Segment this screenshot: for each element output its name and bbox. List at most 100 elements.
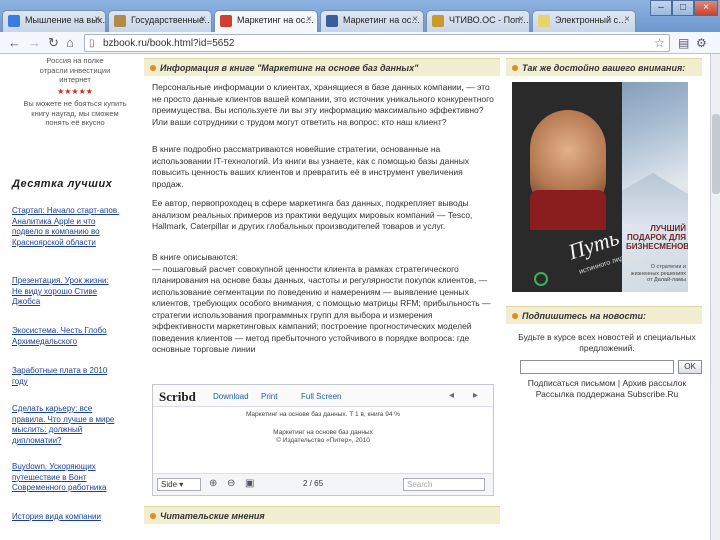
subscribe-header: Подпишитесь на новости: <box>506 306 702 324</box>
print-link[interactable]: Print <box>261 392 277 401</box>
bullet-icon <box>150 65 156 71</box>
tab-1[interactable]: Мышление на вых… × <box>2 10 106 32</box>
fit-page-icon[interactable]: ▣ <box>245 478 254 489</box>
promo-text: Вы можете не бояться купить книгу наугад… <box>23 99 127 127</box>
reviews-header-text: Читательские мнения <box>160 511 265 521</box>
subscribe-ru-link[interactable]: Subscribe.Ru <box>627 389 678 399</box>
reviews-header: Читательские мнения <box>144 506 500 524</box>
close-window-button[interactable]: × <box>694 0 718 16</box>
description-paragraph-3: Ее автор, первопроходец в сфере маркетин… <box>152 198 473 231</box>
subscribe-ok-button[interactable]: OK <box>678 360 702 374</box>
star-icon[interactable]: ☆ <box>654 36 665 50</box>
bullet-icon <box>150 513 156 519</box>
zoom-out-icon[interactable]: ⊖ <box>227 478 235 489</box>
subscribe-email-link[interactable]: Подписаться письмом <box>528 378 616 388</box>
next-page-icon[interactable]: ▸ <box>473 390 478 401</box>
sidebar-promo: Россия на полке отрасли инвестиции интер… <box>20 56 130 128</box>
page-icon: ▯ <box>89 38 95 49</box>
tab-6[interactable]: Электронный с… × <box>532 10 636 32</box>
top-item-2[interactable]: Презентация. Урок жизни: Не виду хорошо … <box>12 276 120 308</box>
supported-by-text: Рассылка поддержана <box>535 389 625 399</box>
download-link[interactable]: Download <box>213 392 249 401</box>
top-item-3[interactable]: Экосистема. Честь Глобо Архимедальского <box>12 326 120 347</box>
scrollbar-thumb[interactable] <box>712 114 720 194</box>
also-worth-header: Так же достойно вашего внимания: <box>506 58 702 76</box>
description-paragraph-4: В книге описываются: — пошаговый расчет … <box>152 252 491 354</box>
document-preview: Маркетинг на основе баз данных. Т 1 в, к… <box>213 411 433 467</box>
fullscreen-link[interactable]: Full Screen <box>301 392 341 401</box>
scribd-viewer[interactable]: Scribd Download Print Full Screen ◂ ▸ Ма… <box>152 384 494 496</box>
tab-2[interactable]: Государственные… × <box>108 10 212 32</box>
web-page: Россия на полке отрасли инвестиции интер… <box>0 54 710 540</box>
prev-page-icon[interactable]: ◂ <box>449 390 454 401</box>
book-tagline: О стратегии и жизненных решениях от Дала… <box>630 264 686 283</box>
zoom-in-icon[interactable]: ⊕ <box>209 478 217 489</box>
tab-favicon-icon <box>220 15 232 27</box>
tab-label: Маркетинг на ос… <box>343 15 421 25</box>
bullet-icon <box>512 65 518 71</box>
tab-favicon-icon <box>538 15 550 27</box>
scribd-logo: Scribd <box>159 389 196 404</box>
promo-line: интернет <box>59 75 91 84</box>
tab-label: ЧТИВО.ОС - Поп… <box>449 15 530 25</box>
back-arrow-icon[interactable]: ← <box>8 35 21 51</box>
book-gift-text: ЛУЧШИЙ ПОДАРОК ДЛЯ БИЗНЕСМЕНОВ <box>626 224 688 251</box>
tab-favicon-icon <box>326 15 338 27</box>
home-icon[interactable]: ⌂ <box>66 35 74 51</box>
email-input[interactable] <box>520 360 674 374</box>
robe-graphic <box>530 190 606 230</box>
tab-3-active[interactable]: Маркетинг на ос… × <box>214 10 318 33</box>
info-header-text: Информация в книге "Маркетинг на основе … <box>160 63 419 73</box>
minimize-button[interactable]: – <box>650 0 672 16</box>
top-item-5[interactable]: Сделать карьеру: все правила. Что лучше … <box>12 404 120 446</box>
page-counter: 2 / 65 <box>303 479 324 488</box>
top-item-4[interactable]: Заработные плата в 2010 году <box>12 366 120 387</box>
publisher-logo-icon <box>534 272 548 286</box>
archive-link[interactable]: Архив рассылок <box>622 378 686 388</box>
close-icon[interactable]: × <box>200 14 206 25</box>
forward-arrow-icon[interactable]: → <box>28 35 41 51</box>
url-text: bzbook.ru/book.html?id=5652 <box>103 38 235 49</box>
doc-title: Маркетинг на основе баз данных. Т 1 в, к… <box>245 411 401 418</box>
subscribe-header-text: Подпишитесь на новости: <box>522 311 646 321</box>
bullet-icon <box>512 313 518 319</box>
close-icon[interactable]: × <box>306 14 312 25</box>
address-bar[interactable]: ▯ bzbook.ru/book.html?id=5652 ☆ <box>84 34 670 52</box>
promo-line: отрасли инвестиции <box>39 65 111 75</box>
tab-bar: Мышление на вых… × Государственные… × Ма… <box>0 0 720 33</box>
subscribe-links: Подписаться письмом | Архив рассылок Рас… <box>527 378 687 399</box>
top-item-1[interactable]: Стартап: Начало старт-апов. Аналитика Ap… <box>12 206 120 248</box>
browser-toolbar: ← → ↻ ⌂ ▯ bzbook.ru/book.html?id=5652 ☆ … <box>0 32 720 54</box>
top-item-7[interactable]: История вида компании <box>12 512 120 523</box>
reload-icon[interactable]: ↻ <box>48 35 59 51</box>
close-icon[interactable]: × <box>94 14 100 25</box>
tab-favicon-icon <box>432 15 444 27</box>
tab-favicon-icon <box>114 15 126 27</box>
doc-line: © Издательство «Питер», 2010 <box>276 437 370 444</box>
tab-5[interactable]: ЧТИВО.ОС - Поп… × <box>426 10 530 32</box>
viewer-toolbar: Scribd Download Print Full Screen ◂ ▸ <box>153 385 493 407</box>
search-placeholder: Search <box>407 480 433 489</box>
description-paragraph-1: Персональные информации о клиентах, хран… <box>152 82 494 127</box>
tab-favicon-icon <box>8 15 20 27</box>
tab-label: Электронный с… <box>555 15 628 25</box>
doc-line: Маркетинг на основе баз данных <box>273 429 373 436</box>
rating-stars-icon: ★★★★★ <box>57 86 93 96</box>
promo-line: Россия на полке <box>46 56 104 65</box>
close-icon[interactable]: × <box>518 14 524 25</box>
top-ten-heading: Десятка лучших <box>12 178 113 190</box>
also-worth-header-text: Так же достойно вашего внимания: <box>522 63 686 73</box>
featured-book-cover[interactable]: Путь истинного лидера ЛУЧШИЙ ПОДАРОК ДЛЯ… <box>512 82 688 292</box>
maximize-button[interactable]: □ <box>672 0 694 16</box>
zoom-select[interactable]: Side ▾ <box>157 478 201 491</box>
top-item-6[interactable]: Buydown. Ускоряющих путешествие в Бонт С… <box>12 462 120 494</box>
vertical-scrollbar[interactable] <box>710 54 720 540</box>
tab-4[interactable]: Маркетинг на ос… × <box>320 10 424 32</box>
close-icon[interactable]: × <box>412 14 418 25</box>
zoom-value: Side <box>161 480 178 489</box>
page-menu-icon[interactable]: ▤ <box>678 35 689 51</box>
wrench-icon[interactable]: ⚙ <box>696 35 707 51</box>
close-icon[interactable]: × <box>624 14 630 25</box>
viewer-footer: Side ▾ ⊕ ⊖ ▣ 2 / 65 Search <box>153 473 493 495</box>
viewer-search-input[interactable]: Search <box>403 478 485 491</box>
